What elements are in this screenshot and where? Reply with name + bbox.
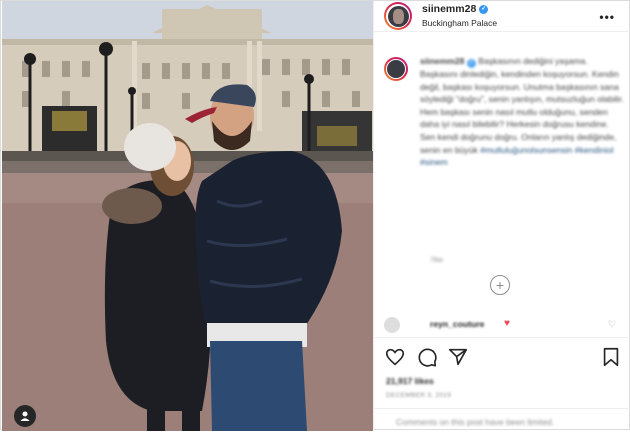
comments-limited-text: Comments on this post have been limited. xyxy=(396,417,555,427)
comment-username[interactable]: reyn_couture xyxy=(430,319,484,329)
post-date: DECEMBER 3, 2019 xyxy=(386,392,452,399)
tagged-users-icon[interactable] xyxy=(14,405,36,427)
comment-bubble-icon[interactable] xyxy=(416,346,438,368)
post-location[interactable]: Buckingham Palace xyxy=(422,17,497,29)
load-more-comments-icon[interactable]: + xyxy=(490,275,510,295)
more-options-icon[interactable]: ••• xyxy=(599,10,615,24)
caption-time: 76w xyxy=(430,257,443,264)
post-photo[interactable] xyxy=(2,1,373,431)
verified-badge-icon: ✓ xyxy=(479,4,489,14)
likes-count[interactable]: 21,917 likes xyxy=(386,376,434,386)
comment-item: reyn_couture ♥ ♡ xyxy=(384,315,624,335)
caption-username[interactable]: siinemm28 xyxy=(420,56,464,66)
save-bookmark-icon[interactable] xyxy=(600,346,622,368)
action-icons xyxy=(384,346,624,368)
post-side-panel: siinemm28 ✓ Buckingham Palace ••• siinem… xyxy=(373,1,630,431)
caption-text: siinemm28 ✓ Başkasının dediğini yaşama. … xyxy=(420,55,624,169)
post-header: siinemm28 ✓ Buckingham Palace ••• xyxy=(374,1,630,32)
comment-like-icon[interactable]: ♡ xyxy=(608,319,616,330)
comments-limited-notice: Comments on this post have been limited. xyxy=(374,408,630,432)
author-avatar[interactable] xyxy=(384,2,412,30)
caption-body: Başkasının dediğini yaşama. Başkasını di… xyxy=(420,56,624,155)
caption-verified-icon: ✓ xyxy=(466,59,476,68)
palace-couple-photo xyxy=(2,1,373,431)
comment-heart-emoji: ♥ xyxy=(504,318,510,329)
instagram-post-modal: siinemm28 ✓ Buckingham Palace ••• siinem… xyxy=(0,0,630,431)
author-username[interactable]: siinemm28 xyxy=(422,3,476,15)
caption-avatar[interactable] xyxy=(384,57,408,81)
post-actions: 21,917 likes DECEMBER 3, 2019 Comments o… xyxy=(374,337,630,431)
like-heart-icon[interactable] xyxy=(384,346,406,368)
comment-avatar[interactable] xyxy=(384,317,400,333)
comments-section: siinemm28 ✓ Başkasının dediğini yaşama. … xyxy=(374,43,630,335)
share-send-icon[interactable] xyxy=(447,346,469,368)
